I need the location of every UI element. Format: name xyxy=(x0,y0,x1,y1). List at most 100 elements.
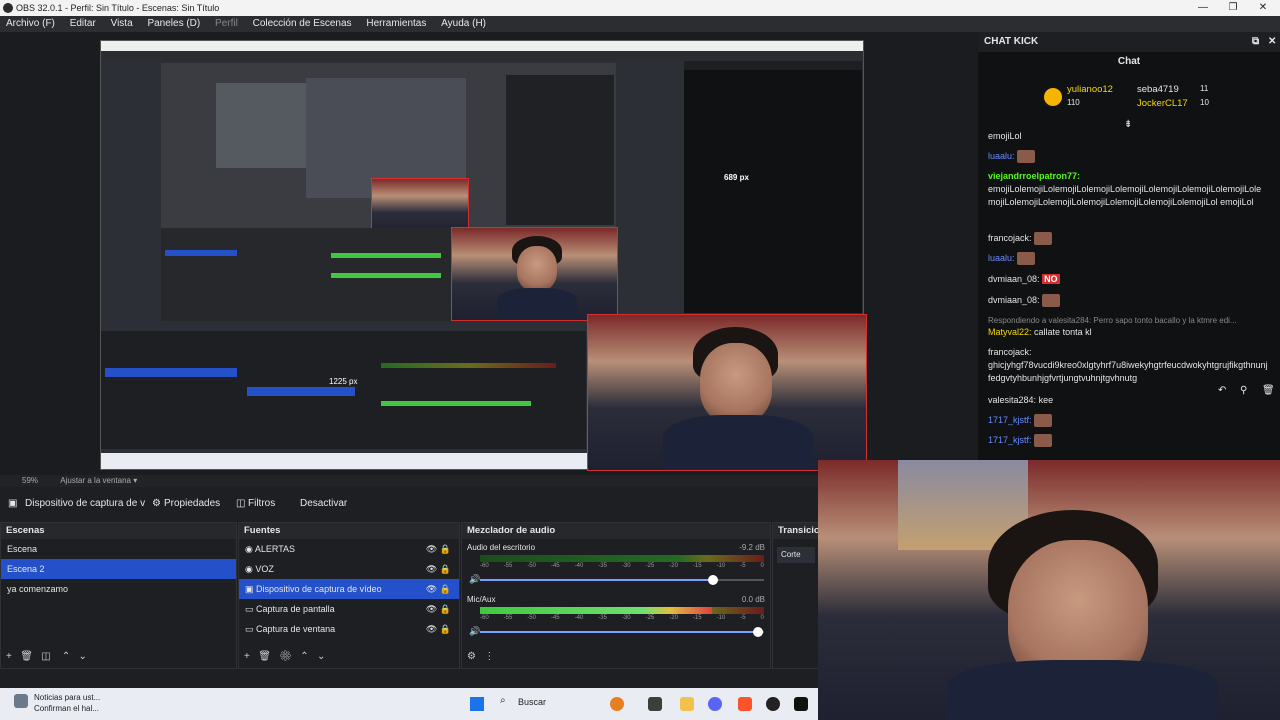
speaker-icon[interactable]: 🔊 xyxy=(469,626,480,637)
taskbar-search[interactable]: Buscar xyxy=(518,697,546,707)
minimize-button[interactable]: — xyxy=(1188,0,1218,16)
top-user-1[interactable]: yulianoo12 xyxy=(1067,84,1113,95)
menu-herramientas[interactable]: Herramientas xyxy=(366,18,426,29)
filters-button[interactable]: Filtros xyxy=(248,493,275,515)
source-item[interactable]: ▭ Captura de pantalla 👁 🔒 xyxy=(239,599,459,619)
meter-scale: -60 -55 -50 -45 -40 -35 -30 -25 -20 -15 -10 -5 0 xyxy=(480,563,764,569)
top-user-3[interactable]: JockerCL17 xyxy=(1137,98,1188,109)
top-user-2[interactable]: seba4719 xyxy=(1137,84,1179,95)
chevron-down-icon[interactable]: ▾ xyxy=(133,476,137,485)
chat-message: 1717_kjstf: xyxy=(988,434,1268,448)
obs-icon[interactable] xyxy=(766,697,780,711)
maximize-button[interactable]: ❐ xyxy=(1218,0,1248,16)
gear-icon[interactable]: ⚙ xyxy=(152,493,161,515)
zoom-level[interactable]: 59% xyxy=(22,476,38,485)
selected-source-box[interactable] xyxy=(587,314,867,471)
captured-source-selected xyxy=(247,387,355,396)
down-icon[interactable]: ⌄ xyxy=(79,651,87,662)
properties-button[interactable]: Propiedades xyxy=(164,493,220,515)
menu-coleccion-escenas[interactable]: Colección de Escenas xyxy=(253,18,352,29)
gold-badge-icon xyxy=(1044,88,1062,106)
scene-item-selected[interactable]: Escena 2 xyxy=(1,559,236,579)
transitions-title: Transicio xyxy=(773,523,819,539)
brave-icon[interactable] xyxy=(738,697,752,711)
more-icon[interactable]: ⋮ xyxy=(484,651,494,662)
app-icon[interactable] xyxy=(610,697,624,711)
scene-item[interactable]: ya comenzamo xyxy=(1,579,236,599)
top-user-1-count: 110 xyxy=(1067,98,1080,107)
filter-icon[interactable]: ◫ xyxy=(236,493,245,515)
captured-menubar xyxy=(101,51,863,61)
source-item[interactable]: ▭ Captura de ventana 👁 🔒 xyxy=(239,619,459,639)
chat-message: viejandrroelpatron77: emojiLolemojiLolemo… xyxy=(988,171,1262,207)
trash-icon[interactable]: 🗑 xyxy=(20,651,33,662)
chat-kick-dock: CHAT KICK ⧉ ✕ Chat yulianoo12 110 seba47… xyxy=(978,32,1280,460)
delete-message-icon[interactable]: 🗑 xyxy=(1262,385,1275,396)
source-toolbar: ▣ Dispositivo de captura de v ⚙ Propieda… xyxy=(0,493,818,515)
add-icon[interactable]: + xyxy=(6,651,12,662)
start-icon[interactable] xyxy=(470,697,484,711)
chat-message: francojack: xyxy=(988,232,1268,246)
channel-name: Mic/Aux xyxy=(467,595,496,604)
emote-icon xyxy=(1017,252,1036,266)
mic-icon: ◉ xyxy=(245,544,253,554)
add-icon[interactable]: + xyxy=(244,651,250,662)
discord-icon[interactable] xyxy=(708,697,722,711)
gear-icon[interactable]: ⚙ xyxy=(279,651,292,662)
speaker-icon[interactable]: 🔊 xyxy=(469,574,480,585)
transitions-dock: Transicio Corte xyxy=(772,522,820,669)
down-icon[interactable]: ⌄ xyxy=(317,651,325,662)
folder-icon[interactable] xyxy=(680,697,694,711)
channel-db: -9.2 dB xyxy=(739,543,765,552)
up-icon[interactable]: ⌃ xyxy=(300,651,308,662)
fit-select[interactable]: Ajustar a la ventana xyxy=(60,476,131,485)
menu-editar[interactable]: Editar xyxy=(70,18,96,29)
source-name: Dispositivo de captura de v xyxy=(25,498,146,509)
menu-archivo[interactable]: Archivo (F) xyxy=(6,18,55,29)
captured-chat: 689 px xyxy=(684,61,862,313)
chat-message: luaalu: xyxy=(988,252,1268,266)
notification-sub[interactable]: Confirman el hal... xyxy=(34,704,99,713)
scene-item[interactable]: Escena xyxy=(1,539,236,559)
notification-title[interactable]: Noticias para ust... xyxy=(34,693,100,702)
volume-slider[interactable] xyxy=(707,575,718,585)
sources-dock: Fuentes ◉ ALERTAS 👁 🔒 ◉ VOZ 👁 🔒 ▣ Disposit… xyxy=(238,522,460,669)
source-item-selected[interactable]: ▣ Dispositivo de captura de vídeo 👁 🔒 xyxy=(239,579,459,599)
window-title: OBS 32.0.1 - Perfil: Sin Título - Escena… xyxy=(16,3,220,13)
volume-track[interactable] xyxy=(480,579,764,581)
transition-select[interactable]: Corte xyxy=(777,547,815,563)
gear-icon[interactable]: ⚙ xyxy=(467,651,476,662)
volume-slider[interactable] xyxy=(753,627,764,637)
app-icon[interactable] xyxy=(648,697,662,711)
size-label-height: 689 px xyxy=(724,173,749,182)
close-button[interactable]: ✕ xyxy=(1248,0,1278,16)
chat-message: dvmiaan_08: xyxy=(988,294,1268,308)
menu-ayuda[interactable]: Ayuda (H) xyxy=(441,18,486,29)
menu-perfil[interactable]: Perfil xyxy=(215,18,238,29)
preview-canvas[interactable]: 1225 px 689 px xyxy=(0,32,978,475)
filter-icon[interactable]: ◫ xyxy=(41,651,50,662)
volume-track[interactable] xyxy=(480,631,764,633)
menu-paneles[interactable]: Paneles (D) xyxy=(147,18,200,29)
trash-icon[interactable]: 🗑 xyxy=(258,651,271,662)
reply-icon[interactable]: ↶ xyxy=(1218,385,1226,396)
deactivate-button[interactable]: Desactivar xyxy=(300,493,347,515)
nested-scene-sel xyxy=(165,250,237,256)
emote-icon xyxy=(1034,414,1053,428)
tiktok-icon[interactable] xyxy=(794,697,808,711)
audio-meter-level xyxy=(480,607,712,614)
dock-float-icon[interactable]: ⧉ xyxy=(1252,32,1259,52)
camera-icon: ▣ xyxy=(245,584,254,594)
pin-message-icon[interactable]: ⚲ xyxy=(1240,385,1247,396)
pin-icon[interactable]: ⇟ xyxy=(1124,119,1132,130)
top-user-2-count: 11 xyxy=(1200,84,1209,93)
source-item[interactable]: ◉ ALERTAS 👁 🔒 xyxy=(239,539,459,559)
search-icon[interactable]: ⌕ xyxy=(500,695,506,706)
source-item[interactable]: ◉ VOZ 👁 🔒 xyxy=(239,559,459,579)
menu-vista[interactable]: Vista xyxy=(111,18,133,29)
chat-message: luaalu: xyxy=(988,150,1268,164)
up-icon[interactable]: ⌃ xyxy=(62,651,70,662)
weather-icon[interactable] xyxy=(14,694,28,708)
eye-lock-icon: 👁 🔒 xyxy=(425,604,451,614)
dock-close-icon[interactable]: ✕ xyxy=(1268,32,1276,52)
